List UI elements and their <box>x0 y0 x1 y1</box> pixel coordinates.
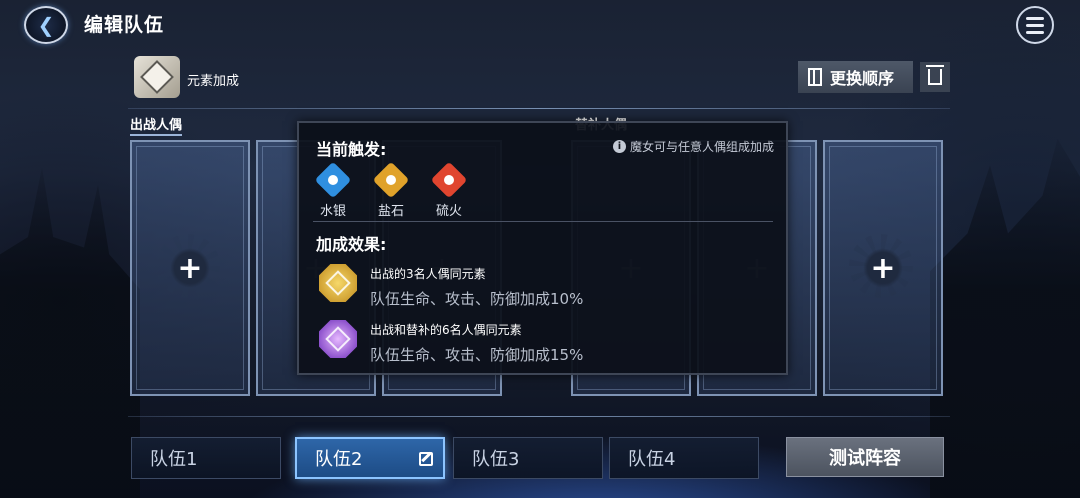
effect-description: 队伍生命、攻击、防御加成15% <box>370 346 584 364</box>
popup-hint: i 魔女可与任意人偶组成加成 <box>612 138 774 155</box>
element-item-salt: 盐石 <box>371 161 411 219</box>
delete-button[interactable] <box>920 62 950 92</box>
element-item-sulfur: 硫火 <box>429 161 469 219</box>
menu-icon <box>1026 16 1044 20</box>
element-name: 水银 <box>319 204 346 219</box>
mercury-icon <box>314 161 352 199</box>
background-castle-right <box>930 138 1080 498</box>
element-name: 盐石 <box>377 204 404 219</box>
active-slot-1[interactable]: + <box>130 140 250 396</box>
divider <box>128 416 950 417</box>
team-tab-2[interactable]: 队伍2 <box>295 437 445 479</box>
reorder-label: 更换顺序 <box>830 69 895 88</box>
effect-title: 加成效果: <box>316 235 387 254</box>
edit-icon[interactable] <box>419 452 433 466</box>
add-icon: + <box>849 234 913 298</box>
salt-icon <box>372 161 410 199</box>
team-tab-3[interactable]: 队伍3 <box>453 437 603 479</box>
divider <box>128 108 950 109</box>
element-name: 硫火 <box>435 204 462 219</box>
active-dolls-label: 出战人偶 <box>130 114 183 136</box>
element-item-mercury: 水银 <box>313 161 353 219</box>
effect-row: 出战和替补的6名人偶同元素 队伍生命、攻击、防御加成15% <box>316 317 583 365</box>
test-lineup-label: 测试阵容 <box>829 448 901 469</box>
back-button[interactable]: ❮ <box>24 6 68 44</box>
team-tab-label: 队伍2 <box>315 449 363 470</box>
trash-icon <box>926 65 944 85</box>
element-bonus-badge[interactable] <box>134 56 180 98</box>
effect-row: 出战的3名人偶同元素 队伍生命、攻击、防御加成10% <box>316 261 583 309</box>
element-bonus-popup: 当前触发: i 魔女可与任意人偶组成加成 水银 盐石 硫火 加成效果: 出战的3… <box>297 121 788 375</box>
effect-description: 队伍生命、攻击、防御加成10% <box>370 290 584 308</box>
add-icon: + <box>156 234 220 298</box>
effect-condition: 出战的3名人偶同元素 <box>370 267 486 281</box>
team-tab-label: 队伍4 <box>628 449 676 470</box>
element-bonus-label: 元素加成 <box>187 74 240 89</box>
sulfur-icon <box>430 161 468 199</box>
purple-effect-icon <box>316 317 360 361</box>
page-title: 编辑队伍 <box>84 14 165 36</box>
reorder-icon <box>808 68 822 86</box>
divider <box>313 221 773 222</box>
popup-hint-text: 魔女可与任意人偶组成加成 <box>629 140 774 154</box>
reorder-button[interactable]: 更换顺序 <box>798 61 913 93</box>
element-list: 水银 盐石 硫火 <box>313 161 469 219</box>
substitute-slot-3[interactable]: + <box>823 140 943 396</box>
team-tab-4[interactable]: 队伍4 <box>609 437 759 479</box>
popup-title: 当前触发: <box>316 140 387 159</box>
team-tab-label: 队伍1 <box>150 449 198 470</box>
back-arrow-icon: ❮ <box>37 13 55 37</box>
background-castle-left <box>0 167 140 498</box>
team-tab-1[interactable]: 队伍1 <box>131 437 281 479</box>
gold-effect-icon <box>316 261 360 305</box>
test-lineup-button[interactable]: 测试阵容 <box>786 437 944 477</box>
menu-button[interactable] <box>1016 6 1054 44</box>
info-icon: i <box>612 140 626 153</box>
team-tab-label: 队伍3 <box>472 449 520 470</box>
effect-condition: 出战和替补的6名人偶同元素 <box>370 323 522 337</box>
element-bonus-icon <box>140 60 174 94</box>
